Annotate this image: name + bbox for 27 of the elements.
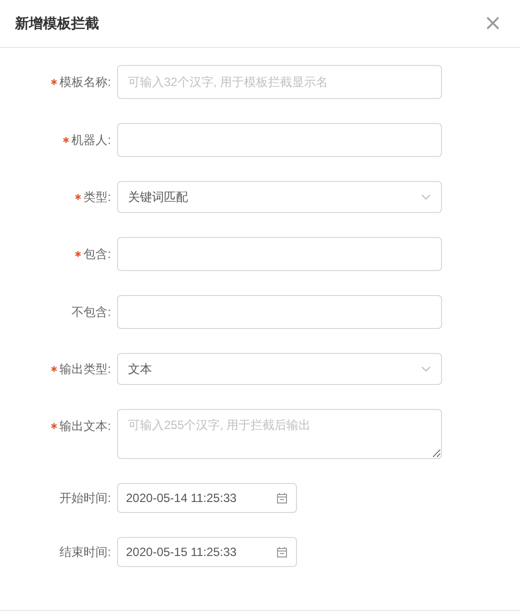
select-field[interactable]: 文本	[117, 353, 442, 385]
calendar-icon	[276, 546, 288, 558]
field-label: 开始时间:	[60, 490, 111, 507]
chevron-down-icon	[421, 366, 431, 372]
calendar-icon	[276, 492, 288, 504]
date-field[interactable]: 2020-05-14 11:25:33	[117, 483, 297, 513]
text-field[interactable]	[117, 237, 442, 271]
field-label: 模板名称:	[60, 74, 111, 91]
date-value: 2020-05-15 11:25:33	[126, 544, 237, 561]
select-field[interactable]: 关键词匹配	[117, 181, 442, 213]
chevron-down-icon	[421, 194, 431, 200]
field-label: 输出文本:	[60, 418, 111, 435]
field-label: 类型:	[84, 189, 111, 206]
dialog-title: 新增模板拦截	[15, 14, 99, 33]
select-value: 文本	[128, 361, 152, 378]
field-label: 不包含:	[72, 304, 111, 321]
field-label: 机器人:	[72, 132, 111, 149]
text-area[interactable]: 可输入255个汉字, 用于拦截后输出	[117, 409, 442, 459]
date-field[interactable]: 2020-05-15 11:25:33	[117, 537, 297, 567]
text-field[interactable]	[117, 123, 442, 157]
field-label: 包含:	[84, 246, 111, 263]
date-value: 2020-05-14 11:25:33	[126, 490, 237, 507]
field-label: 输出类型:	[60, 361, 111, 378]
text-field[interactable]	[117, 295, 442, 329]
field-label: 结束时间:	[60, 544, 111, 561]
select-value: 关键词匹配	[128, 189, 188, 206]
text-field[interactable]: 可输入32个汉字, 用于模板拦截显示名	[117, 65, 442, 99]
